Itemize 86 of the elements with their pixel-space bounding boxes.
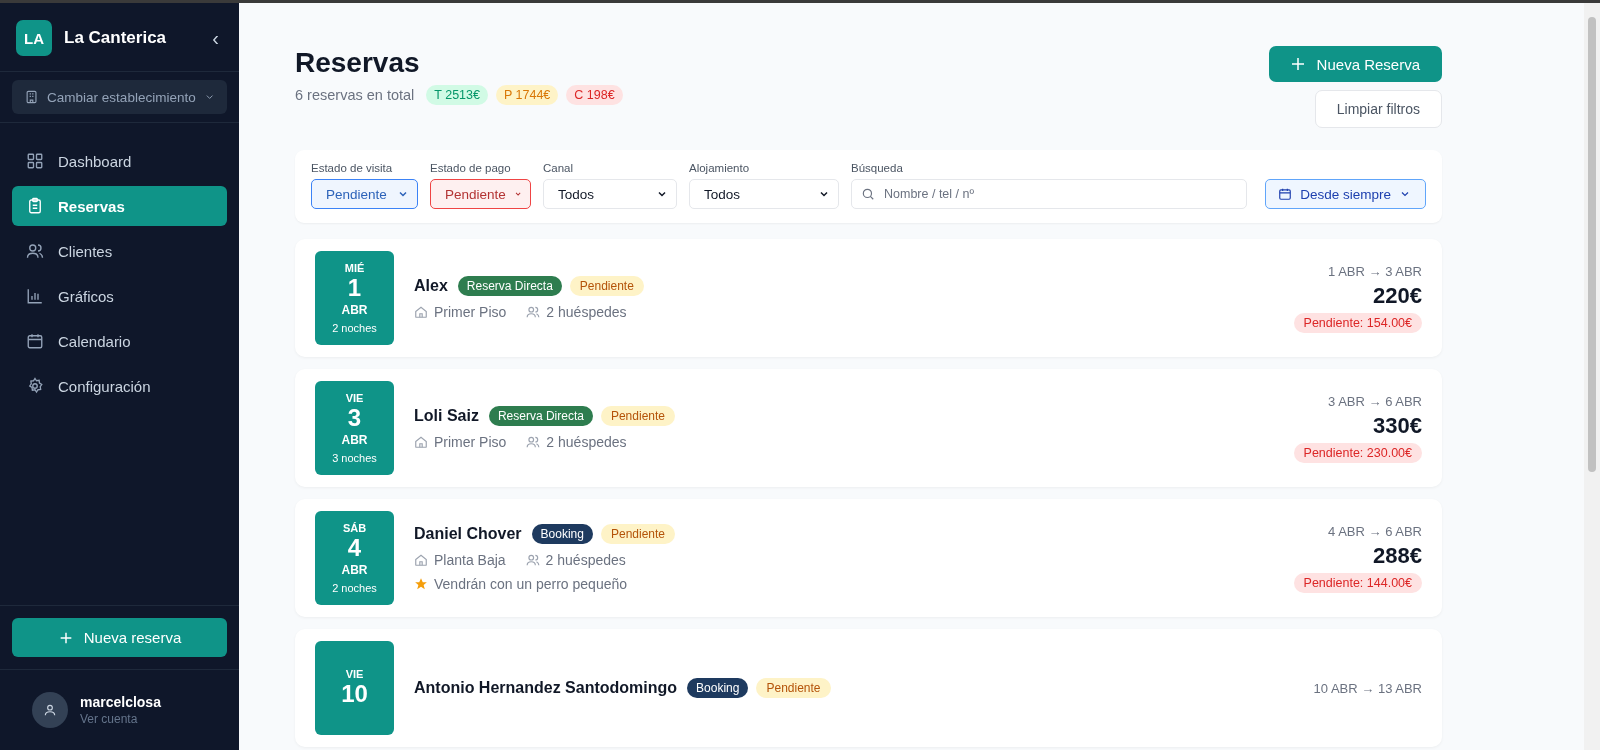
filter-select[interactable]: Pendiente [311,179,418,209]
status-badge: Pendiente [600,406,675,426]
clipboard-icon [26,197,44,215]
users-icon [526,305,541,319]
collapse-button[interactable]: ‹ [208,26,223,50]
filter-select[interactable]: Pendiente [430,179,531,209]
channel-badge: Booking [687,678,749,698]
date-tile: VIE 10 [315,641,394,735]
channel-badge: Reserva Directa [457,276,562,296]
brand-name: La Canterica [64,28,168,48]
filter-label: Alojamiento [689,162,751,174]
filter-select[interactable]: Todos [689,179,839,209]
scrollbar[interactable] [1584,3,1600,750]
date-range: 1 ABR → 3 ABR [1328,263,1422,279]
price: 288€ [1373,542,1422,569]
reservation-count: 6 reservas en total [295,87,415,103]
nav-item[interactable]: Configuración [12,366,227,406]
guest-name: Loli Saiz [414,407,479,425]
new-reservation-button[interactable]: Nueva reserva [12,618,227,657]
price: 220€ [1373,282,1422,309]
avatar [32,692,68,728]
date-tile: MIÉ 1 ABR 2 noches [315,251,394,345]
room-name: Primer Piso [434,304,507,320]
total-badge: C 198€ [566,85,623,105]
total-badge: P 1744€ [495,85,559,105]
price: 330€ [1373,412,1422,439]
nav-item[interactable]: Dashboard [12,141,227,181]
nav-item[interactable]: Reservas [12,186,227,226]
guest-count: 2 huéspedes [545,552,626,568]
users-icon [26,242,44,260]
filter-label: Estado de pago [430,162,512,174]
users-icon [526,435,541,449]
home-icon [414,553,428,567]
search-field[interactable]: Nombre / tel / nº [851,179,1248,209]
channel-badge: Booking [531,524,593,544]
home-icon [414,435,428,449]
grid-icon [26,152,44,170]
reservation-card[interactable]: VIE 10 Antonio Hernandez Santodomingo Booking Pendiente 10 ABR → 13 ABR [295,629,1442,747]
guest-name: Alex [414,277,448,295]
clear-filters-button[interactable]: Limpiar filtros [1314,90,1442,128]
room-name: Primer Piso [434,434,507,450]
nav-item[interactable]: Clientes [12,231,227,271]
nav-item[interactable]: Calendario [12,321,227,361]
date-range: 10 ABR → 13 ABR [1313,680,1422,696]
account-link[interactable]: Ver cuenta [80,712,161,726]
pending-amount-badge: Pendiente: 144.00€ [1293,572,1422,593]
reservation-card[interactable]: MIÉ 1 ABR 2 noches Alex Reserva Directa Pendiente Primer Piso 2 huéspedes 1 ABR → 3 ABR 220€ Pendiente: 154.00€ [295,239,1442,357]
reservation-card[interactable]: SÁB 4 ABR 2 noches Daniel Chover Booking Pendiente Planta Baja 2 huéspedes Vendrán con un perro pequeño 4 ABR → 6 ABR 288€ Pendiente: 144.00€ [295,499,1442,617]
filter-select[interactable]: Todos [543,179,677,209]
new-reservation-button[interactable]: Nueva Reserva [1268,46,1442,82]
page-title: Reservas [295,47,421,79]
channel-badge: Reserva Directa [488,406,593,426]
reservation-card[interactable]: VIE 3 ABR 3 noches Loli Saiz Reserva Directa Pendiente Primer Piso 2 huéspedes 3 ABR → 6 ABR 330€ Pendiente: 230.00€ [295,369,1442,487]
calendar-icon [26,332,44,350]
status-badge: Pendiente [600,524,675,544]
star-icon [414,577,428,591]
users-icon [525,553,540,567]
guest-count: 2 huéspedes [546,434,627,450]
building-icon [24,89,40,105]
total-badge: T 2513€ [426,85,488,105]
pending-amount-badge: Pendiente: 230.00€ [1293,442,1422,463]
filter-label: Estado de visita [311,162,394,174]
date-range: 4 ABR → 6 ABR [1328,523,1422,539]
date-range-button[interactable]: Desde siempre [1265,179,1426,209]
status-badge: Pendiente [756,678,831,698]
room-name: Planta Baja [434,552,506,568]
pending-amount-badge: Pendiente: 154.00€ [1293,312,1422,333]
status-badge: Pendiente [569,276,644,296]
filter-label: Canal [543,162,575,174]
date-tile: VIE 3 ABR 3 noches [315,381,394,475]
date-tile: SÁB 4 ABR 2 noches [315,511,394,605]
home-icon [414,305,428,319]
establishment-switcher[interactable]: Cambiar establecimiento [12,80,227,114]
settings-icon [26,377,44,395]
nav-item[interactable]: Gráficos [12,276,227,316]
guest-count: 2 huéspedes [546,304,627,320]
guest-name: Daniel Chover [414,525,522,543]
reservation-note: Vendrán con un perro pequeño [434,576,628,592]
calendar-icon [1278,187,1293,201]
bar-chart-icon [26,287,44,305]
search-icon [861,187,875,201]
user-name: marcelclosa [80,694,161,710]
guest-name: Antonio Hernandez Santodomingo [414,679,678,697]
date-range: 3 ABR → 6 ABR [1328,393,1422,409]
filter-label: Búsqueda [851,162,904,174]
brand-logo: LA [16,20,52,56]
